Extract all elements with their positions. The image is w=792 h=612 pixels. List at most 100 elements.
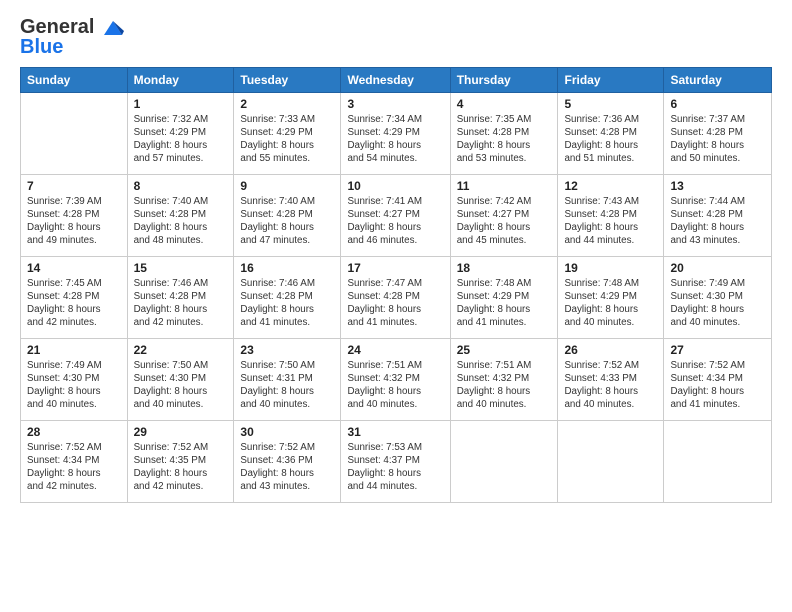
day-info: Sunrise: 7:52 AM Sunset: 4:34 PM Dayligh… bbox=[670, 359, 765, 412]
calendar-cell: 6Sunrise: 7:37 AM Sunset: 4:28 PM Daylig… bbox=[664, 92, 772, 174]
day-number: 14 bbox=[27, 261, 121, 275]
calendar-week-3: 21Sunrise: 7:49 AM Sunset: 4:30 PM Dayli… bbox=[21, 338, 772, 420]
day-info: Sunrise: 7:50 AM Sunset: 4:30 PM Dayligh… bbox=[134, 359, 228, 412]
day-number: 10 bbox=[347, 179, 443, 193]
calendar-cell: 9Sunrise: 7:40 AM Sunset: 4:28 PM Daylig… bbox=[234, 174, 341, 256]
day-info: Sunrise: 7:45 AM Sunset: 4:28 PM Dayligh… bbox=[27, 277, 121, 330]
calendar-cell bbox=[664, 420, 772, 502]
calendar-cell: 14 Sunrise: 7:45 AM Sunset: 4:28 PM Dayli… bbox=[21, 256, 128, 338]
day-info: Sunrise: 7:36 AM Sunset: 4:28 PM Dayligh… bbox=[564, 113, 657, 166]
calendar-cell: 18 Sunrise: 7:48 AM Sunset: 4:29 PM Dayli… bbox=[450, 256, 558, 338]
logo-blue: Blue bbox=[20, 37, 124, 57]
day-number: 12 bbox=[564, 179, 657, 193]
calendar-cell: 10 Sunrise: 7:41 AM Sunset: 4:27 PM Dayli… bbox=[341, 174, 450, 256]
day-number: 15 bbox=[134, 261, 228, 275]
calendar-cell: 26 Sunrise: 7:52 AM Sunset: 4:33 PM Dayli… bbox=[558, 338, 664, 420]
day-info: Sunrise: 7:46 AM Sunset: 4:28 PM Dayligh… bbox=[134, 277, 228, 330]
day-info: Sunrise: 7:52 AM Sunset: 4:35 PM Dayligh… bbox=[134, 441, 228, 494]
calendar-cell: 4 Sunrise: 7:35 AM Sunset: 4:28 PM Daylig… bbox=[450, 92, 558, 174]
day-number: 22 bbox=[134, 343, 228, 357]
weekday-header-row: SundayMondayTuesdayWednesdayThursdayFrid… bbox=[21, 67, 772, 92]
day-number: 16 bbox=[240, 261, 334, 275]
calendar-cell: 8 Sunrise: 7:40 AM Sunset: 4:28 PM Daylig… bbox=[127, 174, 234, 256]
day-info: Sunrise: 7:48 AM Sunset: 4:29 PM Dayligh… bbox=[564, 277, 657, 330]
day-info: Sunrise: 7:52 AM Sunset: 4:36 PM Dayligh… bbox=[240, 441, 334, 494]
calendar-cell: 22 Sunrise: 7:50 AM Sunset: 4:30 PM Dayli… bbox=[127, 338, 234, 420]
day-number: 13 bbox=[670, 179, 765, 193]
day-info: Sunrise: 7:50 AM Sunset: 4:31 PM Dayligh… bbox=[240, 359, 334, 412]
weekday-monday: Monday bbox=[127, 67, 234, 92]
day-number: 26 bbox=[564, 343, 657, 357]
day-number: 17 bbox=[347, 261, 443, 275]
day-number: 28 bbox=[27, 425, 121, 439]
calendar-cell: 5 Sunrise: 7:36 AM Sunset: 4:28 PM Daylig… bbox=[558, 92, 664, 174]
calendar-cell: 29 Sunrise: 7:52 AM Sunset: 4:35 PM Dayli… bbox=[127, 420, 234, 502]
weekday-saturday: Saturday bbox=[664, 67, 772, 92]
calendar-week-4: 28 Sunrise: 7:52 AM Sunset: 4:34 PM Dayli… bbox=[21, 420, 772, 502]
calendar-week-0: 1 Sunrise: 7:32 AM Sunset: 4:29 PM Daylig… bbox=[21, 92, 772, 174]
calendar-cell: 21Sunrise: 7:49 AM Sunset: 4:30 PM Dayli… bbox=[21, 338, 128, 420]
day-number: 7 bbox=[27, 179, 121, 193]
weekday-wednesday: Wednesday bbox=[341, 67, 450, 92]
calendar-cell: 20Sunrise: 7:49 AM Sunset: 4:30 PM Dayli… bbox=[664, 256, 772, 338]
calendar-week-2: 14 Sunrise: 7:45 AM Sunset: 4:28 PM Dayli… bbox=[21, 256, 772, 338]
day-info: Sunrise: 7:52 AM Sunset: 4:33 PM Dayligh… bbox=[564, 359, 657, 412]
logo-icon bbox=[102, 17, 124, 39]
calendar-cell: 11Sunrise: 7:42 AM Sunset: 4:27 PM Dayli… bbox=[450, 174, 558, 256]
weekday-sunday: Sunday bbox=[21, 67, 128, 92]
day-info: Sunrise: 7:41 AM Sunset: 4:27 PM Dayligh… bbox=[347, 195, 443, 248]
calendar-cell bbox=[558, 420, 664, 502]
calendar-cell: 1 Sunrise: 7:32 AM Sunset: 4:29 PM Daylig… bbox=[127, 92, 234, 174]
day-number: 5 bbox=[564, 97, 657, 111]
day-number: 11 bbox=[457, 179, 552, 193]
day-number: 1 bbox=[134, 97, 228, 111]
calendar-table: SundayMondayTuesdayWednesdayThursdayFrid… bbox=[20, 67, 772, 503]
day-info: Sunrise: 7:33 AM Sunset: 4:29 PM Dayligh… bbox=[240, 113, 334, 166]
calendar-cell: 13 Sunrise: 7:44 AM Sunset: 4:28 PM Dayli… bbox=[664, 174, 772, 256]
calendar-cell bbox=[450, 420, 558, 502]
calendar-cell: 27 Sunrise: 7:52 AM Sunset: 4:34 PM Dayli… bbox=[664, 338, 772, 420]
calendar-cell: 12 Sunrise: 7:43 AM Sunset: 4:28 PM Dayli… bbox=[558, 174, 664, 256]
day-info: Sunrise: 7:39 AM Sunset: 4:28 PM Dayligh… bbox=[27, 195, 121, 248]
day-number: 31 bbox=[347, 425, 443, 439]
day-info: Sunrise: 7:52 AM Sunset: 4:34 PM Dayligh… bbox=[27, 441, 121, 494]
day-info: Sunrise: 7:43 AM Sunset: 4:28 PM Dayligh… bbox=[564, 195, 657, 248]
weekday-friday: Friday bbox=[558, 67, 664, 92]
day-info: Sunrise: 7:48 AM Sunset: 4:29 PM Dayligh… bbox=[457, 277, 552, 330]
calendar-cell: 31 Sunrise: 7:53 AM Sunset: 4:37 PM Dayli… bbox=[341, 420, 450, 502]
day-info: Sunrise: 7:47 AM Sunset: 4:28 PM Dayligh… bbox=[347, 277, 443, 330]
calendar-cell: 16 Sunrise: 7:46 AM Sunset: 4:28 PM Dayli… bbox=[234, 256, 341, 338]
day-number: 30 bbox=[240, 425, 334, 439]
day-number: 19 bbox=[564, 261, 657, 275]
logo-general: General bbox=[20, 16, 94, 38]
day-info: Sunrise: 7:44 AM Sunset: 4:28 PM Dayligh… bbox=[670, 195, 765, 248]
day-info: Sunrise: 7:32 AM Sunset: 4:29 PM Dayligh… bbox=[134, 113, 228, 166]
day-number: 9 bbox=[240, 179, 334, 193]
day-number: 27 bbox=[670, 343, 765, 357]
header: General Blue bbox=[20, 16, 772, 57]
day-info: Sunrise: 7:34 AM Sunset: 4:29 PM Dayligh… bbox=[347, 113, 443, 166]
day-number: 8 bbox=[134, 179, 228, 193]
logo: General Blue bbox=[20, 16, 124, 57]
day-number: 4 bbox=[457, 97, 552, 111]
day-info: Sunrise: 7:35 AM Sunset: 4:28 PM Dayligh… bbox=[457, 113, 552, 166]
calendar-cell: 3 Sunrise: 7:34 AM Sunset: 4:29 PM Daylig… bbox=[341, 92, 450, 174]
day-number: 18 bbox=[457, 261, 552, 275]
calendar-cell: 25Sunrise: 7:51 AM Sunset: 4:32 PM Dayli… bbox=[450, 338, 558, 420]
day-number: 24 bbox=[347, 343, 443, 357]
day-info: Sunrise: 7:53 AM Sunset: 4:37 PM Dayligh… bbox=[347, 441, 443, 494]
calendar-cell: 28 Sunrise: 7:52 AM Sunset: 4:34 PM Dayli… bbox=[21, 420, 128, 502]
day-info: Sunrise: 7:46 AM Sunset: 4:28 PM Dayligh… bbox=[240, 277, 334, 330]
calendar-cell: 7 Sunrise: 7:39 AM Sunset: 4:28 PM Daylig… bbox=[21, 174, 128, 256]
calendar-cell: 23 Sunrise: 7:50 AM Sunset: 4:31 PM Dayli… bbox=[234, 338, 341, 420]
day-number: 2 bbox=[240, 97, 334, 111]
day-number: 29 bbox=[134, 425, 228, 439]
day-number: 25 bbox=[457, 343, 552, 357]
calendar-cell: 19 Sunrise: 7:48 AM Sunset: 4:29 PM Dayli… bbox=[558, 256, 664, 338]
day-info: Sunrise: 7:49 AM Sunset: 4:30 PM Dayligh… bbox=[27, 359, 121, 412]
weekday-thursday: Thursday bbox=[450, 67, 558, 92]
calendar-cell bbox=[21, 92, 128, 174]
day-number: 23 bbox=[240, 343, 334, 357]
day-info: Sunrise: 7:40 AM Sunset: 4:28 PM Dayligh… bbox=[134, 195, 228, 248]
day-number: 3 bbox=[347, 97, 443, 111]
